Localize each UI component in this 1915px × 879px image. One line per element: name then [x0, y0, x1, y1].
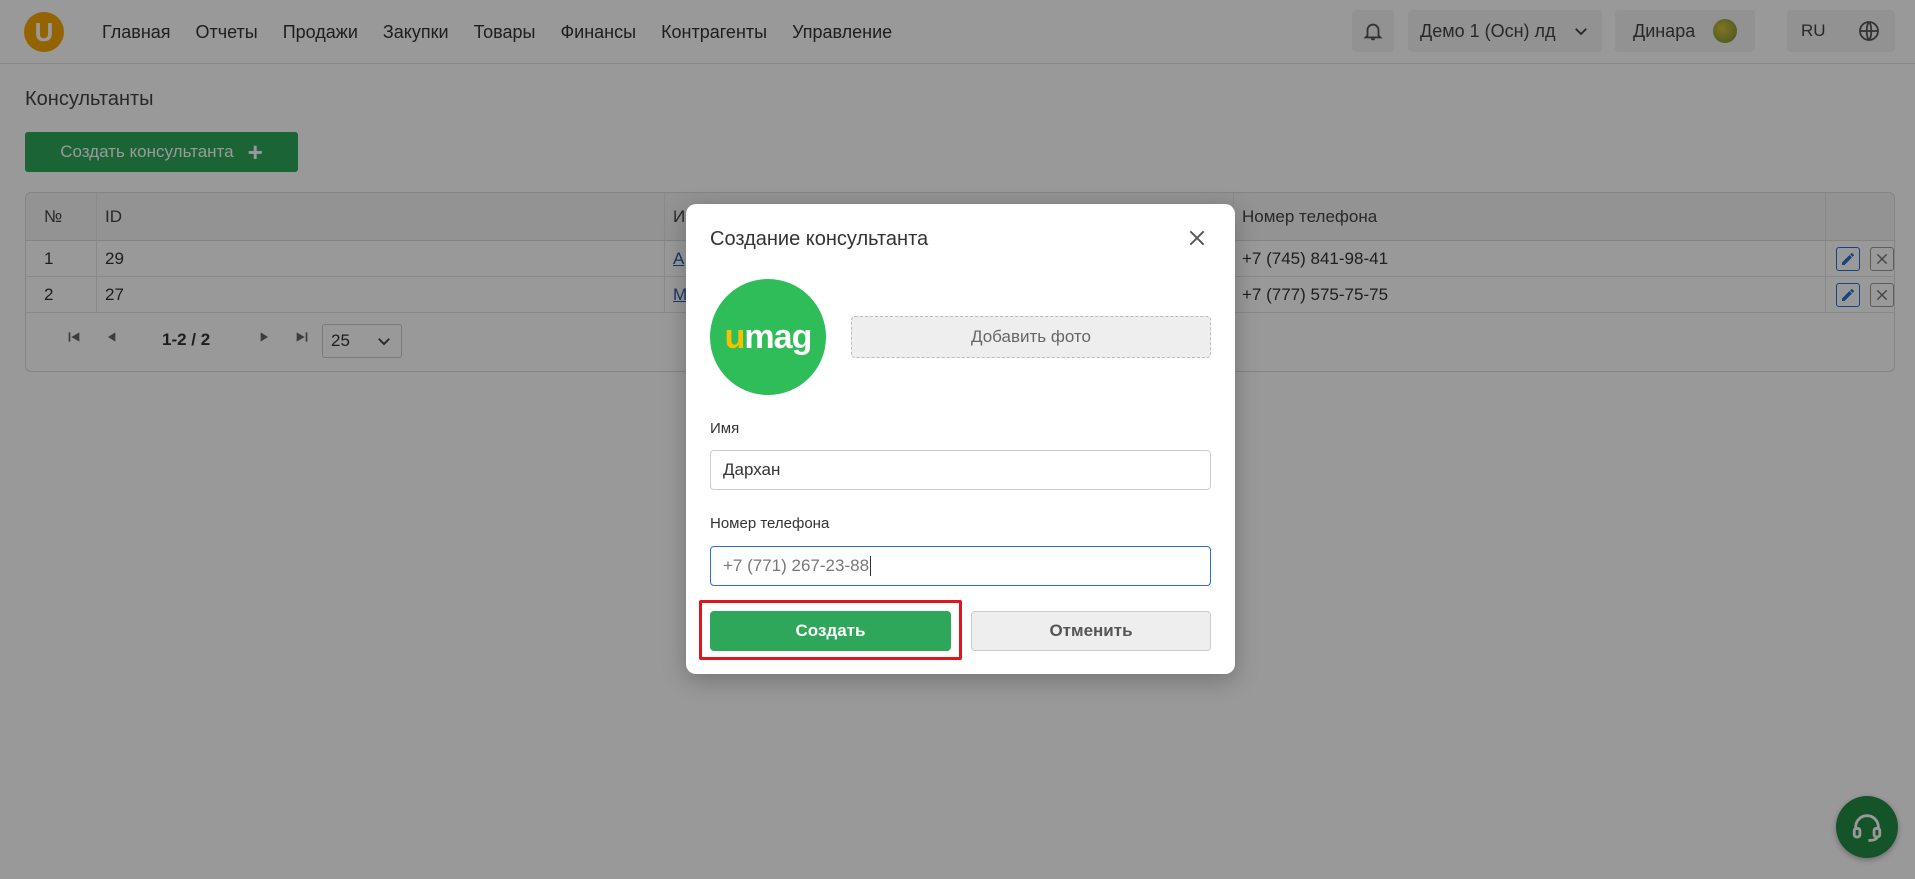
- name-input[interactable]: Дархан: [710, 450, 1211, 490]
- phone-input[interactable]: +7 (771) 267-23-88: [710, 546, 1211, 586]
- close-dialog-button[interactable]: [1187, 228, 1209, 250]
- phone-label: Номер телефона: [710, 515, 830, 532]
- umag-logo: umag: [724, 317, 813, 356]
- text-caret: [870, 556, 872, 576]
- add-photo-button[interactable]: Добавить фото: [851, 316, 1211, 358]
- close-icon: [1189, 230, 1205, 246]
- create-button[interactable]: Создать: [710, 611, 951, 651]
- name-label: Имя: [710, 420, 740, 437]
- cancel-button[interactable]: Отменить: [971, 611, 1211, 651]
- consultant-photo: umag: [710, 279, 826, 395]
- create-consultant-dialog: Создание консультанта umag Добавить фото…: [686, 204, 1235, 674]
- dialog-title: Создание консультанта: [710, 228, 929, 250]
